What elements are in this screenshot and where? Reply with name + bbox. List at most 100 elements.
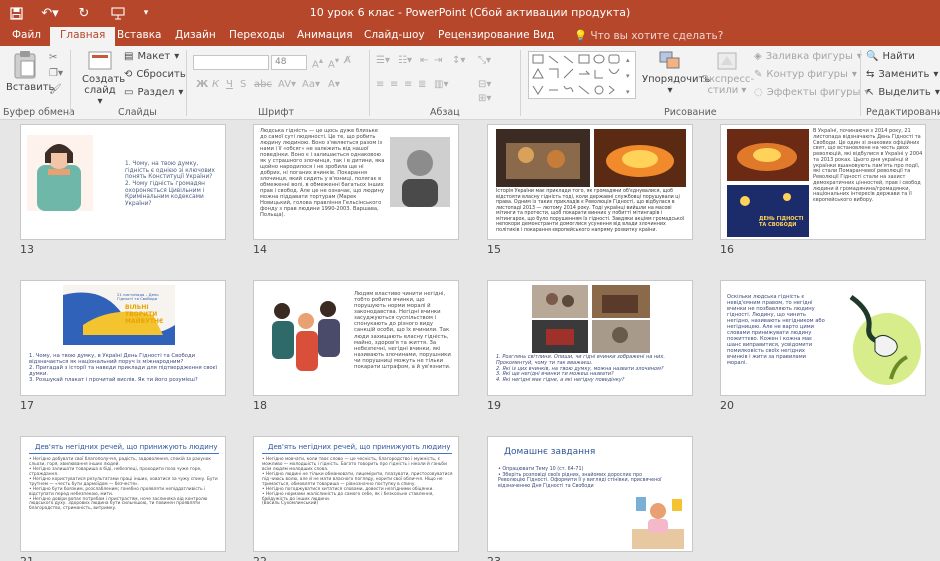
select-button[interactable]: ↖ Выделить ▾ (866, 87, 940, 98)
tab-file[interactable]: Файл (12, 29, 41, 41)
slide-thumbnail[interactable]: Людям властиво чинити негідні, тобто роб… (253, 280, 459, 396)
bullets-icon[interactable]: ☰▾ (376, 55, 390, 66)
group-separator (860, 50, 861, 116)
shadow-icon[interactable]: S (240, 79, 246, 90)
tab-review[interactable]: Рецензирование (438, 29, 530, 41)
shape-outline-button[interactable]: ✎ Контур фигуры ▾ (754, 69, 857, 80)
title-underline (29, 453, 219, 454)
drawing-group-label: Рисование (664, 107, 717, 118)
replace-icon: ⇆ (866, 69, 875, 80)
cut-icon[interactable]: ✂ (49, 52, 57, 63)
lightbulb-icon: 💡 (574, 30, 588, 42)
group-separator (520, 50, 521, 116)
change-case-icon[interactable]: Aa▾ (302, 79, 320, 90)
clipboard-group-label: Буфер обмена (3, 107, 75, 118)
find-button[interactable]: 🔍 Найти (866, 51, 915, 62)
bold-icon[interactable]: Ж (196, 79, 208, 90)
tab-transitions[interactable]: Переходы (229, 29, 285, 41)
italic-icon[interactable]: К (212, 79, 219, 90)
slide-thumbnail[interactable]: 1. Розглянь світлини. Опиши, чи гідні вч… (487, 280, 693, 396)
slide-thumbnail[interactable]: 21 листопада – День Гідності та Свободи … (20, 280, 226, 396)
char-spacing-icon[interactable]: AV▾ (278, 79, 296, 90)
slide-number: 13 (20, 243, 34, 256)
justify-icon[interactable]: ≣ (418, 79, 426, 90)
slide-number: 21 (20, 555, 34, 561)
tab-slideshow[interactable]: Слайд-шоу (364, 29, 425, 41)
portrait-photo (390, 137, 450, 207)
arrange-button[interactable]: Упорядочить ▾ (642, 50, 710, 96)
protest-photos (496, 129, 686, 187)
tab-design[interactable]: Дизайн (175, 29, 216, 41)
tell-me-box[interactable]: 💡 Что вы хотите сделать? (574, 29, 723, 42)
tab-view[interactable]: Вид (533, 29, 554, 41)
paragraph-group-label: Абзац (430, 107, 460, 118)
increase-indent-icon[interactable]: ⇥ (434, 55, 442, 66)
slide-illustration (27, 135, 93, 211)
font-color-icon[interactable]: A▾ (328, 79, 340, 90)
copy-icon[interactable]: ❐▾ (49, 68, 63, 79)
quick-styles-button[interactable]: Экспресс- стили ▾ (702, 50, 754, 96)
title-underline (262, 453, 452, 454)
grow-font-icon[interactable]: A▴ (312, 55, 323, 70)
editing-group-label: Редактирование (866, 107, 940, 118)
slide-thumbnail[interactable]: Дев'ять негідних речей, що принижують лю… (20, 436, 226, 552)
slide-number: 14 (253, 243, 267, 256)
align-left-icon[interactable]: ≡ (376, 79, 384, 90)
slide-thumbnail[interactable]: Дев'ять негідних речей, що принижують лю… (253, 436, 459, 552)
group-separator (70, 50, 71, 116)
paint-bucket-icon: ◈ (754, 51, 762, 62)
smartart-icon[interactable]: ⊞▾ (478, 93, 491, 104)
columns-icon[interactable]: ▥▾ (434, 79, 448, 90)
align-center-icon[interactable]: ≡ (390, 79, 398, 90)
arrange-icon (659, 51, 680, 69)
shape-effects-button[interactable]: ◌ Эффекты фигуры ▾ (754, 87, 869, 98)
decrease-indent-icon[interactable]: ⇤ (420, 55, 428, 66)
underline-icon[interactable]: Ч (226, 79, 233, 90)
cursor-icon: ↖ (866, 87, 875, 98)
slide-number: 16 (720, 243, 734, 256)
homework-illustration (632, 497, 684, 549)
slide-thumbnail[interactable]: Домашнє завдання • Опрацювати Тему 10 (с… (487, 436, 693, 552)
line-spacing-icon[interactable]: ↕▾ (452, 55, 465, 66)
numbering-icon[interactable]: ☷▾ (398, 55, 412, 66)
reset-icon: ⟲ (124, 69, 133, 80)
align-right-icon[interactable]: ≡ (404, 79, 412, 90)
svg-text:▴: ▴ (626, 56, 630, 64)
slide-number: 20 (720, 399, 734, 412)
slide-thumbnail[interactable]: Історія України має приклади того, як гр… (487, 124, 693, 240)
slide-thumbnail[interactable]: ДЕНЬ ГІДНОСТІ ТА СВОБОДИ В Україні, почи… (720, 124, 926, 240)
slide-thumbnail[interactable]: Оскільки людська гідність є невід'ємним … (720, 280, 926, 396)
shapes-gallery[interactable]: ▴ ▾ ▾ (528, 51, 636, 99)
quick-styles-icon (717, 52, 737, 70)
layout-icon: ▤ (124, 51, 134, 62)
font-name-combo[interactable] (193, 55, 269, 70)
section-button[interactable]: ▭ Раздел ▾ (124, 87, 183, 98)
tab-animation[interactable]: Анимация (297, 29, 353, 41)
format-painter-icon[interactable]: 🖌 (49, 84, 62, 95)
tab-insert[interactable]: Вставка (117, 29, 162, 41)
slide-thumbnail[interactable]: 1. Чому, на твою думку, гідність є одніє… (20, 124, 226, 240)
text-direction-icon[interactable]: ⤡▾ (478, 55, 491, 66)
layout-button[interactable]: ▤ Макет ▾ (124, 51, 179, 62)
new-slide-button[interactable]: Создать слайд ▾ (82, 50, 125, 107)
svg-text:▾: ▾ (626, 88, 630, 96)
strikethrough-icon[interactable]: abc (254, 79, 272, 90)
align-text-icon[interactable]: ⊟▾ (478, 79, 491, 90)
tab-home[interactable]: Главная (50, 27, 116, 46)
shape-fill-button[interactable]: ◈Заливка фигуры▾ (754, 51, 862, 62)
effects-icon: ◌ (754, 87, 763, 98)
replace-button[interactable]: ⇆ Заменить ▾ (866, 69, 938, 80)
reset-button[interactable]: ⟲ Сбросить (124, 69, 186, 80)
search-icon: 🔍 (866, 51, 879, 62)
slide-thumbnail[interactable]: Людська гідність — це щось дуже близьке … (253, 124, 459, 240)
hands-illustration (849, 294, 921, 385)
bullying-illustration (272, 301, 340, 371)
pen-icon: ✎ (754, 69, 763, 80)
font-group-label: Шрифт (258, 107, 295, 118)
shrink-font-icon[interactable]: A▾ (328, 55, 339, 70)
font-size-combo[interactable]: 48 (271, 55, 307, 70)
svg-text:▾: ▾ (626, 72, 630, 80)
paste-button[interactable]: Вставить (6, 50, 54, 93)
clear-format-icon[interactable]: A̸ (344, 55, 351, 66)
slide-number: 15 (487, 243, 501, 256)
